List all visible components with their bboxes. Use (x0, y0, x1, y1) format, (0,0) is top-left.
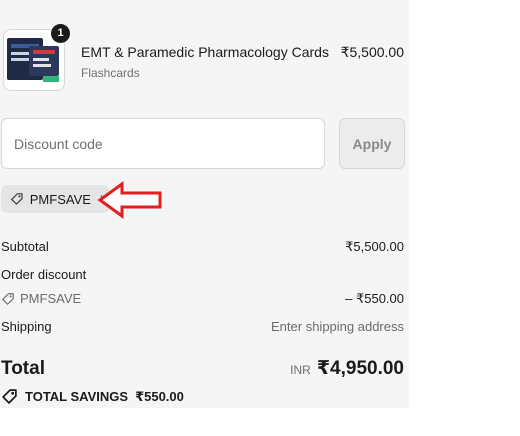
discount-value: – ₹550.00 (345, 291, 404, 306)
total-amount-group: INR ₹4,950.00 (290, 357, 404, 380)
subtotal-value: ₹5,500.00 (345, 239, 404, 254)
quantity-badge: 1 (51, 24, 70, 43)
product-image (7, 38, 59, 82)
tag-icon (11, 193, 23, 205)
shipping-label: Shipping (1, 319, 52, 334)
discount-code-text: PMFSAVE (20, 291, 82, 306)
tag-icon (2, 292, 14, 305)
total-label: Total (1, 358, 45, 379)
shipping-value: Enter shipping address (271, 319, 404, 334)
applied-discount-chip[interactable]: PMFSAVE ✕ (1, 185, 109, 213)
savings-value: ₹550.00 (135, 388, 184, 404)
apply-discount-button[interactable]: Apply (339, 118, 405, 169)
red-arrow-annotation (97, 181, 162, 219)
total-savings: TOTAL SAVINGS ₹550.00 (1, 388, 184, 405)
applied-code-label: PMFSAVE (29, 191, 91, 207)
order-summary-panel: 1 EMT & Paramedic Pharmacology Cards Fla… (0, 0, 409, 408)
product-type: Flashcards (81, 66, 140, 80)
order-discount-label: Order discount (1, 267, 87, 282)
savings-label: TOTAL SAVINGS (25, 389, 129, 404)
currency-code: INR (290, 363, 311, 377)
discount-code-line: PMFSAVE (1, 291, 81, 306)
subtotal-label: Subtotal (1, 239, 49, 254)
product-name: EMT & Paramedic Pharmacology Cards (81, 44, 329, 60)
discount-code-input[interactable] (1, 118, 325, 169)
total-value: ₹4,950.00 (316, 358, 404, 379)
tag-icon (2, 389, 17, 404)
product-price: ₹5,500.00 (340, 44, 404, 60)
